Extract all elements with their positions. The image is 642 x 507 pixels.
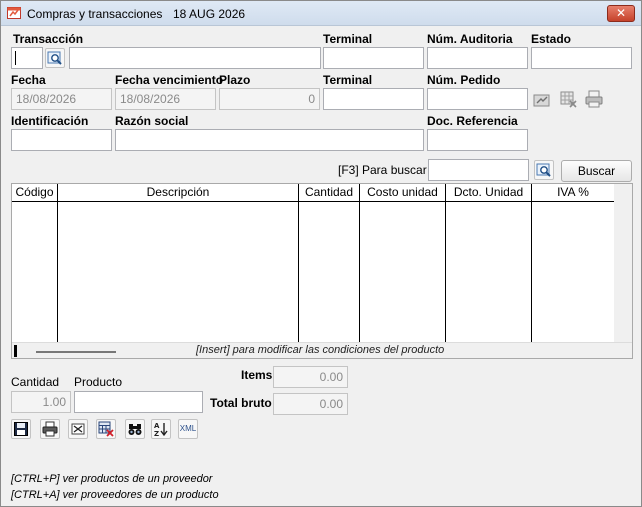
plazo-input[interactable]: 0 xyxy=(219,88,320,110)
grid-column-descripcion xyxy=(58,202,299,342)
delete-button[interactable] xyxy=(96,419,116,439)
transaccion-description-input[interactable] xyxy=(69,47,321,69)
sign-document-icon[interactable] xyxy=(532,90,552,110)
transaccion-lookup-button[interactable] xyxy=(45,48,65,68)
terminal-2-input[interactable] xyxy=(323,88,424,110)
doc-referencia-label: Doc. Referencia xyxy=(427,114,518,128)
terminal-label: Terminal xyxy=(323,32,373,46)
close-window-button[interactable]: ✕ xyxy=(607,5,635,22)
product-grid[interactable]: Código Descripción Cantidad Costo unidad… xyxy=(11,183,633,359)
estado-label: Estado xyxy=(531,32,572,46)
terminal-2-label: Terminal xyxy=(323,73,373,87)
column-header-costo-unidad[interactable]: Costo unidad xyxy=(360,184,446,202)
producto-label: Producto xyxy=(74,375,123,389)
binoculars-icon xyxy=(128,424,142,435)
svg-text:Z: Z xyxy=(154,430,159,437)
column-header-cantidad[interactable]: Cantidad xyxy=(299,184,360,202)
main-window: Compras y transacciones 18 AUG 2026 ✕ Tr… xyxy=(0,0,642,507)
items-value: 0.00 xyxy=(273,366,348,388)
razon-social-input[interactable] xyxy=(115,129,424,151)
column-header-dcto-unidad[interactable]: Dcto. Unidad xyxy=(446,184,532,202)
window-title: Compras y transacciones xyxy=(27,7,163,21)
shortcut-hint-ctrl-p: [CTRL+P] ver productos de un proveedor xyxy=(11,473,213,485)
shortcut-hint-ctrl-a: [CTRL+A] ver proveedores de un producto xyxy=(11,489,219,501)
print-icon xyxy=(42,421,58,437)
app-window-icon xyxy=(7,7,21,19)
grid-column-costo-unidad xyxy=(360,202,446,342)
grid-row-marker xyxy=(14,345,17,357)
title-bar: Compras y transacciones 18 AUG 2026 ✕ xyxy=(1,1,641,26)
num-auditoria-input[interactable] xyxy=(427,47,528,69)
transaccion-code-input[interactable] xyxy=(11,47,43,69)
magnifier-icon xyxy=(536,163,551,177)
find-button[interactable] xyxy=(125,419,145,439)
buscar-button[interactable]: Buscar xyxy=(561,160,632,182)
grid-column-codigo xyxy=(12,202,58,342)
print-disabled-icon[interactable] xyxy=(584,89,604,109)
fecha-vencimiento-label: Fecha vencimiento xyxy=(115,73,224,87)
grid-footer-hint: [Insert] para modificar las condiciones … xyxy=(196,344,445,356)
cantidad-input[interactable]: 1.00 xyxy=(11,391,71,413)
grid-delete-icon[interactable] xyxy=(558,89,578,109)
items-label: Items xyxy=(241,368,273,382)
close-document-button[interactable] xyxy=(68,419,88,439)
grid-column-dcto-unidad xyxy=(446,202,532,342)
cantidad-label: Cantidad xyxy=(11,375,60,389)
doc-referencia-input[interactable] xyxy=(427,129,528,151)
window-date: 18 AUG 2026 xyxy=(173,7,246,21)
grid-vertical-scrollbar[interactable] xyxy=(614,184,632,342)
num-auditoria-label: Núm. Auditoria xyxy=(427,32,513,46)
save-button[interactable] xyxy=(11,419,31,439)
fecha-label: Fecha xyxy=(11,73,46,87)
sort-az-icon: A Z xyxy=(154,422,168,437)
fecha-vencimiento-input[interactable]: 18/08/2026 xyxy=(115,88,216,110)
transaccion-label: Transacción xyxy=(13,32,84,46)
sort-button[interactable]: A Z xyxy=(151,419,171,439)
magnifier-icon xyxy=(47,51,62,65)
print-button[interactable] xyxy=(40,419,60,439)
plazo-label: Plazo xyxy=(219,73,251,87)
svg-text:A: A xyxy=(154,422,160,430)
column-header-descripcion[interactable]: Descripción xyxy=(58,184,299,202)
search-input[interactable] xyxy=(428,159,529,181)
grid-horizontal-scroll-thumb[interactable] xyxy=(36,351,116,353)
text-caret xyxy=(15,51,16,65)
xml-export-button[interactable]: XML xyxy=(178,419,198,439)
terminal-input[interactable] xyxy=(323,47,424,69)
producto-input[interactable] xyxy=(74,391,203,413)
column-header-codigo[interactable]: Código xyxy=(12,184,58,202)
total-bruto-value: 0.00 xyxy=(273,393,348,415)
identificacion-label: Identificación xyxy=(11,114,89,128)
grid-column-cantidad xyxy=(299,202,360,342)
grid-status-bar: [Insert] para modificar las condiciones … xyxy=(12,342,632,358)
fecha-input[interactable]: 18/08/2026 xyxy=(11,88,112,110)
total-bruto-label: Total bruto xyxy=(210,396,272,410)
save-icon xyxy=(14,422,28,436)
column-header-iva[interactable]: IVA % xyxy=(532,184,614,202)
estado-input[interactable] xyxy=(531,47,632,69)
search-hint-label: [F3] Para buscar xyxy=(338,163,427,177)
identificacion-input[interactable] xyxy=(11,129,112,151)
num-pedido-label: Núm. Pedido xyxy=(427,73,501,87)
delete-calculator-icon xyxy=(98,421,114,437)
search-lookup-button[interactable] xyxy=(534,160,554,180)
num-pedido-input[interactable] xyxy=(427,88,528,110)
close-document-icon xyxy=(71,423,85,435)
razon-social-label: Razón social xyxy=(115,114,189,128)
